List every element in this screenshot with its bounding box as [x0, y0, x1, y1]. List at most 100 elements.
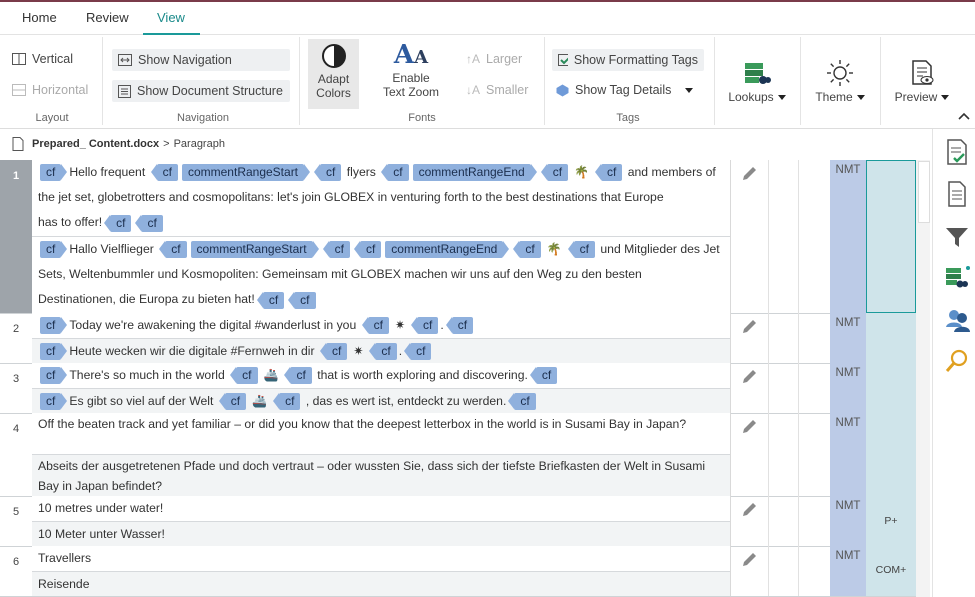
- vertical-layout-button[interactable]: Vertical: [12, 52, 73, 66]
- tag-cf-close[interactable]: cf: [567, 241, 595, 259]
- theme-button[interactable]: Theme: [806, 59, 874, 104]
- segment-row-4[interactable]: 4 Off the beaten track and yet familiar …: [0, 413, 916, 497]
- segment-row-3[interactable]: 3 cf There's so much in the world cf 🚢 cf t…: [0, 363, 916, 414]
- source-segment[interactable]: cf Today we're awakening the digital #wan…: [32, 313, 730, 338]
- tag-cf-close[interactable]: cf: [150, 164, 178, 182]
- tag-cf-close[interactable]: cf: [410, 317, 439, 335]
- tag-cf-open[interactable]: cf: [40, 367, 68, 385]
- collapse-ribbon-icon[interactable]: [958, 112, 970, 120]
- tag-cf-close[interactable]: cf: [381, 164, 409, 182]
- tag-cf-close[interactable]: cf: [594, 164, 623, 182]
- source-segment[interactable]: Off the beaten track and yet familiar – …: [32, 413, 730, 454]
- vertical-scrollbar[interactable]: [916, 160, 930, 597]
- larger-font-button[interactable]: ↑A Larger: [466, 52, 522, 66]
- status-cell[interactable]: [866, 160, 916, 313]
- enable-text-zoom-button[interactable]: AA Enable Text Zoom: [378, 39, 444, 109]
- tag-cf-close[interactable]: cf: [529, 367, 558, 385]
- tab-view[interactable]: View: [157, 10, 185, 25]
- lookups-button[interactable]: Lookups: [722, 59, 792, 104]
- pencil-icon[interactable]: [740, 418, 758, 436]
- document-icon[interactable]: [945, 181, 969, 207]
- source-segment[interactable]: cf There's so much in the world cf 🚢 cf tha…: [32, 363, 730, 388]
- tag-cf-close[interactable]: cf: [322, 241, 350, 259]
- tag-comment-range-end[interactable]: commentRangeEnd: [412, 164, 537, 182]
- tag-cf-close[interactable]: cf: [284, 367, 312, 385]
- tag-cf-close[interactable]: cf: [513, 241, 541, 259]
- users-icon[interactable]: [945, 307, 971, 333]
- tag-cf-open[interactable]: cf: [40, 241, 68, 259]
- tab-home[interactable]: Home: [22, 10, 57, 25]
- tag-cf-close[interactable]: cf: [361, 317, 389, 335]
- search-icon[interactable]: [945, 349, 969, 373]
- show-document-structure-button[interactable]: Show Document Structure: [112, 80, 290, 102]
- show-tag-details-button[interactable]: Show Tag Details: [556, 83, 694, 97]
- target-segment[interactable]: Abseits der ausgetretenen Pfade und doch…: [32, 454, 730, 496]
- tag-cf-close[interactable]: cf: [369, 343, 397, 361]
- tag-cf-close[interactable]: cf: [445, 317, 474, 335]
- tag-cf-close[interactable]: cf: [288, 291, 316, 309]
- edit-column[interactable]: [730, 413, 769, 496]
- target-segment[interactable]: Reisende: [32, 571, 730, 596]
- edit-column[interactable]: [730, 313, 769, 363]
- scrollbar-thumb[interactable]: [918, 161, 930, 223]
- tag-cf-close[interactable]: cf: [353, 241, 382, 259]
- tag-cf-close[interactable]: cf: [256, 291, 285, 309]
- tag-cf-close[interactable]: cf: [104, 214, 132, 232]
- filter-icon[interactable]: [945, 225, 969, 249]
- tag-cf-close[interactable]: cf: [508, 393, 536, 411]
- target-segment[interactable]: cf Hallo Vielflieger cf commentRangeStart c…: [32, 236, 730, 313]
- pencil-icon[interactable]: [740, 368, 758, 386]
- segment-row-5[interactable]: 5 10 metres under water! 10 Meter unter …: [0, 496, 916, 547]
- target-segment[interactable]: cf Heute wecken wir die digitale #Fernweh…: [32, 338, 730, 363]
- pencil-icon[interactable]: [740, 165, 758, 183]
- show-navigation-button[interactable]: Show Navigation: [112, 49, 290, 71]
- edit-column[interactable]: [730, 160, 769, 313]
- smaller-font-button[interactable]: ↓A Smaller: [466, 83, 528, 97]
- status-cell[interactable]: [866, 313, 916, 363]
- tag-comment-range-end[interactable]: commentRangeEnd: [385, 241, 510, 259]
- tag-cf-close[interactable]: cf: [159, 241, 187, 259]
- tag-cf-open[interactable]: cf: [40, 317, 68, 335]
- source-segment[interactable]: Travellers: [32, 546, 730, 571]
- segment-row-2[interactable]: 2 cf Today we're awakening the digital #w…: [0, 313, 916, 364]
- target-segment[interactable]: cf Es gibt so viel auf der Welt cf 🚢 cf , d…: [32, 388, 730, 413]
- status-cell[interactable]: COM+: [866, 546, 916, 596]
- tag-comment-range-start[interactable]: commentRangeStart: [181, 164, 311, 182]
- segment-row-1[interactable]: 1 cf Hello frequent cf commentRangeStart cf…: [0, 160, 916, 314]
- tag-comment-range-start[interactable]: commentRangeStart: [190, 241, 319, 259]
- tag-cf-open[interactable]: cf: [40, 393, 68, 411]
- pencil-icon[interactable]: [740, 501, 758, 519]
- preview-button[interactable]: Preview: [886, 59, 958, 104]
- edit-column[interactable]: [730, 496, 769, 546]
- target-segment[interactable]: 10 Meter unter Wasser!: [32, 521, 730, 546]
- adapt-colors-button[interactable]: Adapt Colors: [308, 39, 359, 109]
- segment-row-6[interactable]: 6 Travellers Reisende NMT COM+: [0, 546, 916, 597]
- tag-cf-open[interactable]: cf: [40, 164, 68, 182]
- status-cell[interactable]: [866, 363, 916, 413]
- tag-cf-close[interactable]: cf: [230, 367, 258, 385]
- review-checklist-icon[interactable]: [945, 139, 969, 165]
- tag-cf-close[interactable]: cf: [404, 343, 432, 361]
- source-segment[interactable]: cf Hello frequent cf commentRangeStart cf f…: [32, 160, 730, 236]
- horizontal-layout-button[interactable]: Horizontal: [12, 83, 88, 97]
- status-cell[interactable]: [866, 413, 916, 496]
- breadcrumb-file[interactable]: Prepared_ Content.docx: [32, 138, 159, 150]
- tag-details-dropdown-icon[interactable]: [685, 87, 694, 93]
- pencil-icon[interactable]: [740, 318, 758, 336]
- ribbon-separator: [102, 37, 103, 125]
- tag-cf-close[interactable]: cf: [540, 164, 569, 182]
- show-formatting-tags-button[interactable]: Show Formatting Tags: [552, 49, 704, 71]
- tag-cf-open[interactable]: cf: [40, 343, 68, 361]
- tag-cf-close[interactable]: cf: [272, 393, 301, 411]
- edit-column[interactable]: [730, 363, 769, 413]
- tag-cf-close[interactable]: cf: [135, 214, 163, 232]
- lookups-icon[interactable]: [945, 265, 971, 291]
- tab-review[interactable]: Review: [86, 10, 129, 25]
- tag-cf-close[interactable]: cf: [319, 343, 348, 361]
- edit-column[interactable]: [730, 546, 769, 596]
- status-cell[interactable]: P+: [866, 496, 916, 546]
- tag-cf-close[interactable]: cf: [218, 393, 247, 411]
- pencil-icon[interactable]: [740, 551, 758, 569]
- source-segment[interactable]: 10 metres under water!: [32, 496, 730, 521]
- tag-cf-close[interactable]: cf: [313, 164, 342, 182]
